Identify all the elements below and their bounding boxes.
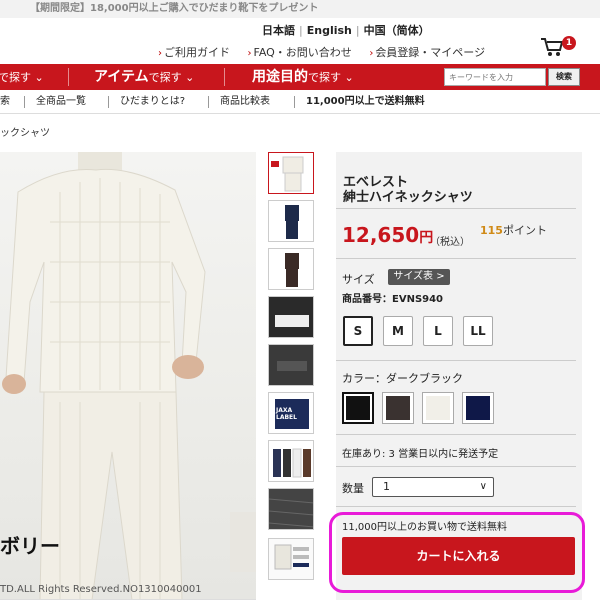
lang-japanese[interactable]: 日本語 [262,24,295,37]
nav-category[interactable]: で探す ⌄ [0,64,44,90]
chevron-right-icon: › [369,48,374,59]
jaxa-label-text: JAXA LABEL [276,407,297,421]
color-label: カラー：ダークブラック [342,372,463,385]
color-swatch-ivory[interactable] [422,392,454,424]
utility-nav: › ご利用ガイド › FAQ・お問い合わせ › 会員登録・マイページ [158,44,499,60]
promo-banner[interactable]: 【期間限定】18,000円以上ご購入でひだまり靴下をプレゼント [0,0,600,18]
divider [336,434,576,435]
size-option-l[interactable]: L [423,316,453,346]
color-swatch-dark-brown[interactable] [382,392,414,424]
size-option-ll[interactable]: LL [463,316,493,346]
divider [336,506,576,507]
quantity-value: 1 [383,480,390,493]
quantity-label: 数量 [342,482,364,495]
sku: 商品番号：EVNS940 [342,290,443,305]
quantity-select[interactable]: 1 ∨ [372,477,494,497]
member-link-label: 会員登録・マイページ [375,46,486,59]
nav-item-label: で探す ⌄ [148,71,195,84]
sub-nav: 索 全商品一覧 ひだまりとは? 商品比較表 11,000円以上で送料無料 [0,90,600,114]
color-swatch-black[interactable] [342,392,374,424]
nav-category-label: で探す ⌄ [0,71,44,84]
subnav-divider [294,96,295,108]
lang-chinese[interactable]: 中国（简体） [364,24,430,37]
product-title: 紳士ハイネックシャツ [343,190,473,205]
thumbnail-4[interactable] [268,296,314,338]
guide-link[interactable]: › ご利用ガイド [158,46,230,59]
nav-item-search[interactable]: アイテムで探す ⌄ [94,64,194,90]
chevron-down-icon: ∨ [479,481,487,492]
member-link[interactable]: › 会員登録・マイページ [369,46,485,59]
points-badge: 115ポイント [480,222,547,238]
search-button[interactable]: 検索 [548,68,580,86]
divider [336,360,576,361]
nav-purpose-strong: 用途目的 [252,69,308,85]
thumbnail-8[interactable] [268,488,314,530]
divider [336,258,576,259]
size-chart-button[interactable]: サイズ表 > [388,269,450,285]
subnav-divider [108,96,109,108]
faq-link[interactable]: › FAQ・お問い合わせ [248,46,352,59]
sku-value: EVNS940 [392,294,444,305]
product-price: 12,650円 [342,223,433,247]
swatch-fill [386,396,410,420]
swatch-fill [466,396,490,420]
chevron-right-icon: › [247,48,252,59]
subnav-about[interactable]: ひだまりとは? [120,90,185,114]
cart-icon[interactable] [540,36,564,58]
subnav-comparison[interactable]: 商品比較表 [220,90,270,114]
thumbnail-9[interactable] [268,538,314,580]
chevron-right-icon: › [158,48,162,59]
swatch-fill [426,396,450,420]
search-input[interactable] [444,68,546,86]
size-option-s[interactable]: S [343,316,373,346]
sku-label: 商品番号： [342,294,392,305]
subnav-divider [24,96,25,108]
subnav-search[interactable]: 索 [0,90,10,114]
lang-separator: | [355,24,360,37]
nav-purpose-label: で探す ⌄ [308,71,354,84]
photo-caption: ボリー [0,534,60,558]
add-to-cart-button[interactable]: カートに入れる [342,537,575,575]
thumbnail-1[interactable] [268,152,314,194]
subnav-divider [208,96,209,108]
faq-link-label: FAQ・お問い合わせ [253,46,352,59]
language-selector: 日本語 | English | 中国（简体） [262,22,430,38]
nav-divider [68,68,69,86]
price-value: 12,650 [342,223,420,247]
size-label: サイズ [342,273,375,286]
divider [336,466,576,467]
subnav-all-products[interactable]: 全商品一覧 [36,90,86,114]
thumbnail-6[interactable]: JAXA LABEL [268,392,314,434]
lang-separator: | [299,24,303,37]
guide-link-label: ご利用ガイド [164,46,230,59]
thumbnail-7[interactable] [268,440,314,482]
thumbnail-2[interactable] [268,200,314,242]
nav-purpose[interactable]: 用途目的で探す ⌄ [252,64,354,90]
points-value: 115 [480,224,503,237]
subnav-free-shipping[interactable]: 11,000円以上で送料無料 [306,90,425,114]
swatch-fill [346,396,370,420]
color-swatch-navy[interactable] [462,392,494,424]
cart-count-badge: 1 [562,36,576,50]
points-label: ポイント [502,224,547,237]
divider [336,208,576,209]
tax-note: （税込） [430,237,470,248]
nav-divider [224,68,225,86]
photo-copyright: TD.ALL Rights Reserved.NO1310040001 [0,584,202,595]
breadcrumb[interactable]: ックシャツ [0,124,50,139]
stock-status: 在庫あり: 3 営業日以内に発送予定 [342,449,499,460]
nav-item-strong: アイテム [94,69,149,85]
lang-english[interactable]: English [307,24,352,37]
thumbnail-3[interactable] [268,248,314,290]
free-shipping-note: 11,000円以上のお買い物で送料無料 [342,522,507,533]
thumbnail-5[interactable] [268,344,314,386]
size-option-m[interactable]: M [383,316,413,346]
